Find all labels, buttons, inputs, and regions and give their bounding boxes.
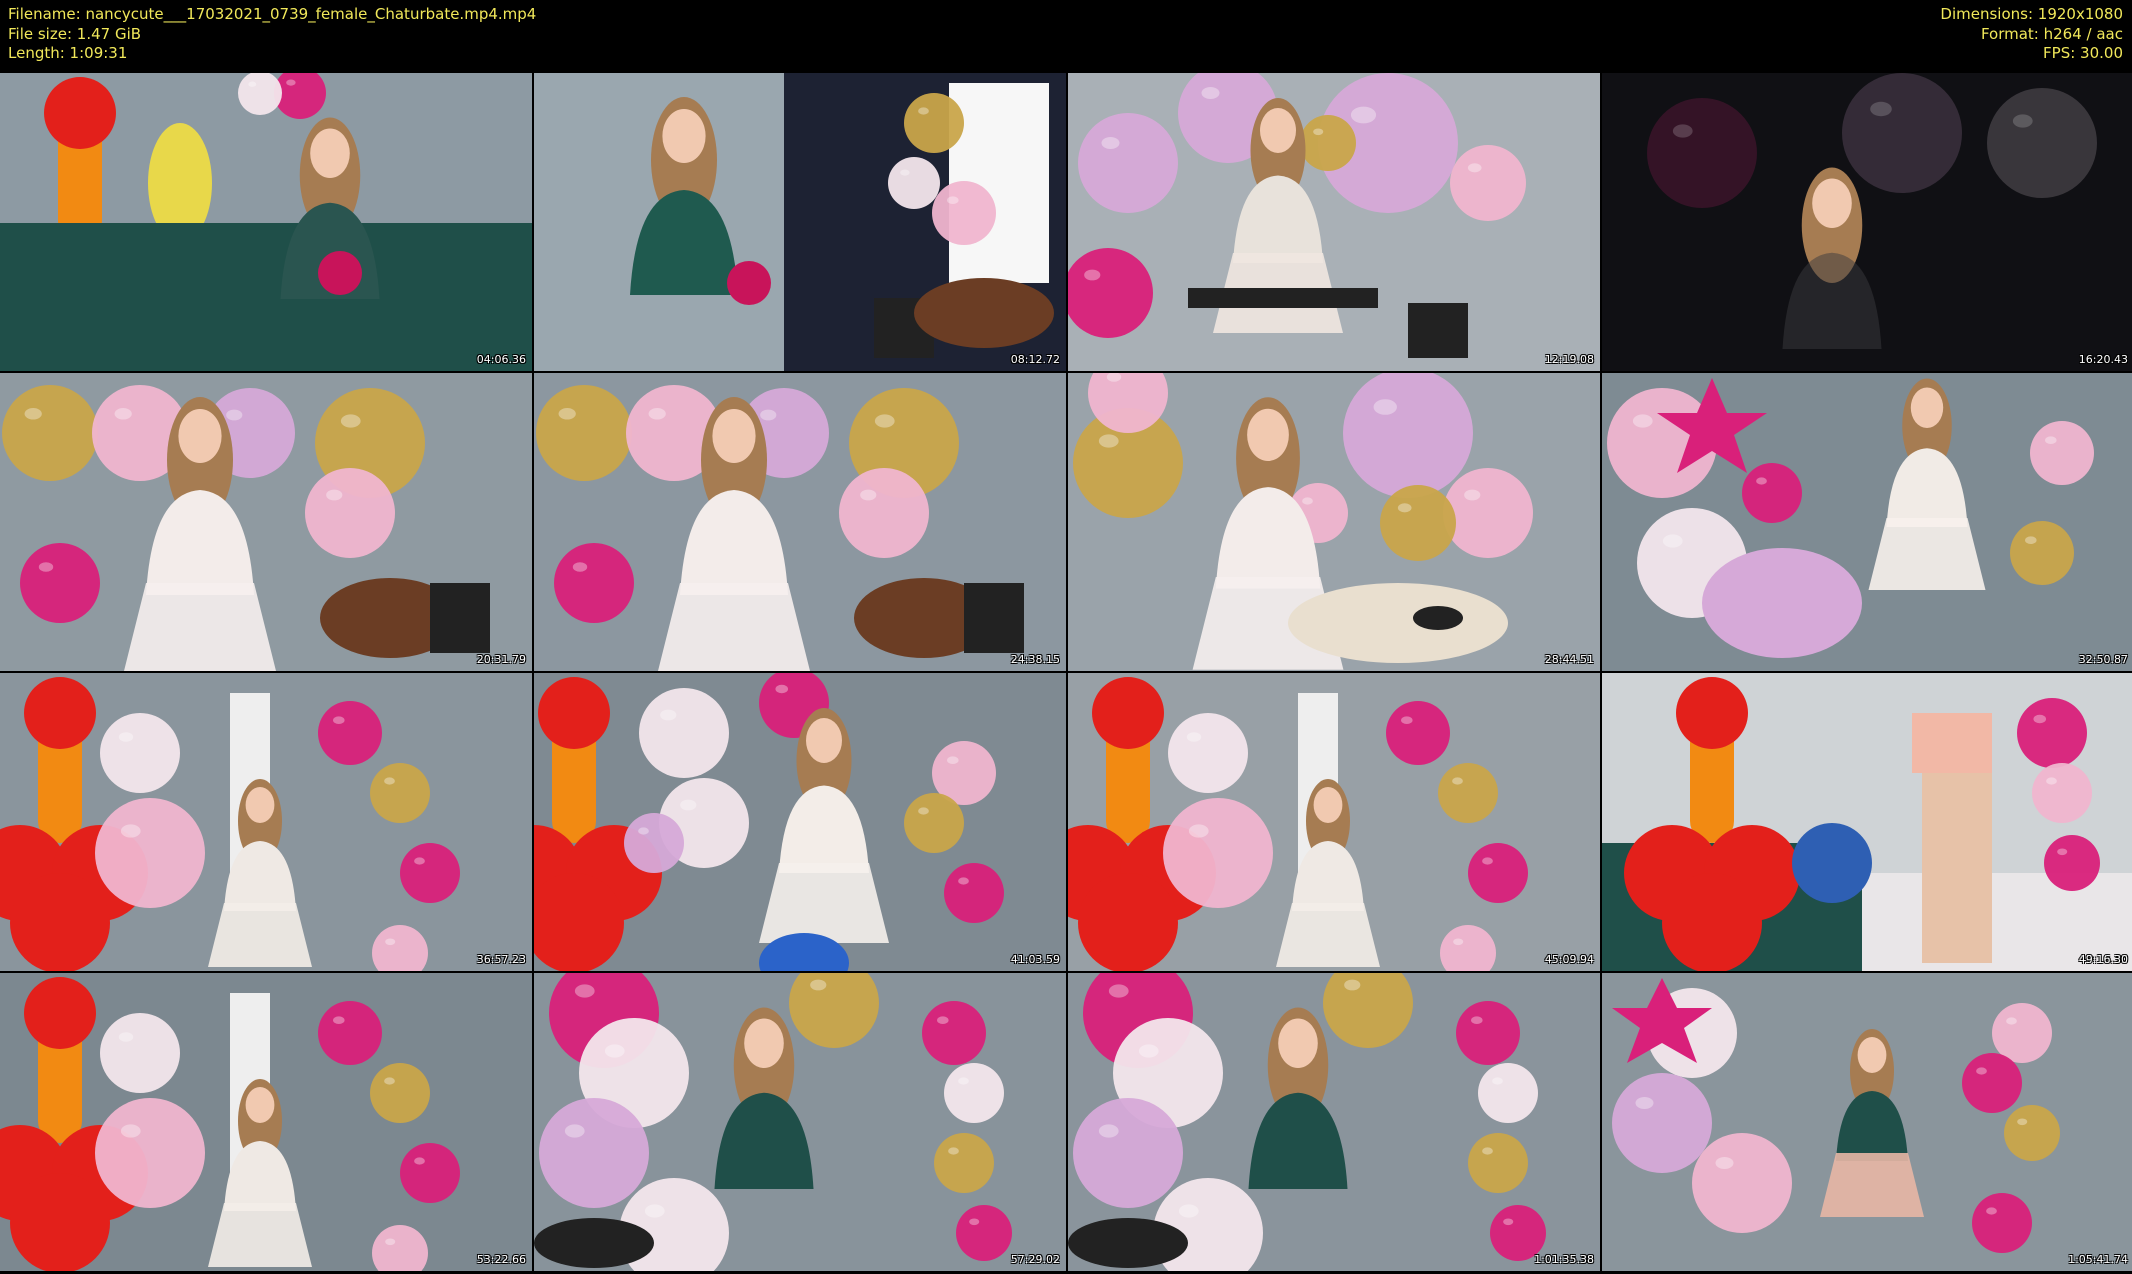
fps-text: FPS: 30.00 — [2043, 44, 2123, 62]
thumbnail-timestamp: 24:38.15 — [1010, 653, 1060, 666]
video-thumbnail: 16:20.43 — [1602, 73, 2132, 371]
video-thumbnail: 53:22.66 — [0, 973, 532, 1271]
thumbnail-frame-image — [1612, 978, 2060, 1253]
thumbnail-frame-image — [1068, 677, 1528, 971]
thumbnail-timestamp: 04:06.36 — [476, 353, 526, 366]
video-thumbnail: 20:31.79 — [0, 373, 532, 671]
thumbnail-frame-image — [630, 73, 1066, 371]
video-thumbnail: 24:38.15 — [534, 373, 1066, 671]
thumbnail-timestamp: 12:19.08 — [1544, 353, 1594, 366]
thumbnail-frame-image — [534, 973, 1012, 1271]
thumbnail-timestamp: 45:09.94 — [1544, 953, 1594, 966]
thumbnail-timestamp: 41:03.59 — [1010, 953, 1060, 966]
video-thumbnail: 41:03.59 — [534, 673, 1066, 971]
video-thumbnail: 32:50.87 — [1602, 373, 2132, 671]
thumbnail-timestamp: 57:29.02 — [1010, 1253, 1060, 1266]
thumbnail-timestamp: 49:16.30 — [2078, 953, 2128, 966]
video-thumbnail: 45:09.94 — [1068, 673, 1600, 971]
video-thumbnail: 1:05:41.74 — [1602, 973, 2132, 1271]
metadata-header: Filename: nancycute___17032021_0739_fema… — [0, 0, 2132, 72]
video-thumbnail: 36:57.23 — [0, 673, 532, 971]
thumbnail-grid: 04:06.36 08:12.72 12:19.08 16:20.43 20:31.79… — [0, 73, 2132, 1274]
thumbnail-frame-image — [1647, 73, 2097, 349]
video-thumbnail: 49:16.30 — [1602, 673, 2132, 971]
thumbnail-timestamp: 20:31.79 — [476, 653, 526, 666]
file-size-text: File size: 1.47 GiB — [8, 24, 142, 43]
video-thumbnail: 12:19.08 — [1068, 73, 1600, 371]
video-thumbnail: 57:29.02 — [534, 973, 1066, 1271]
thumbnail-frame-image — [534, 673, 1004, 971]
thumbnail-timestamp: 1:05:41.74 — [2068, 1253, 2128, 1266]
thumbnail-frame-image — [0, 73, 532, 371]
thumbnail-frame-image — [2, 385, 490, 671]
thumbnail-timestamp: 08:12.72 — [1010, 353, 1060, 366]
filename-text: Filename: nancycute___17032021_0739_fema… — [8, 5, 537, 23]
video-thumbnail: 04:06.36 — [0, 73, 532, 371]
thumbnail-timestamp: 53:22.66 — [476, 1253, 526, 1266]
thumbnail-timestamp: 1:01:35.38 — [1534, 1253, 1594, 1266]
video-thumbnail: 28:44.51 — [1068, 373, 1600, 671]
dimensions-text: Dimensions: 1920x1080 — [1940, 5, 2123, 23]
video-thumbnail: 1:01:35.38 — [1068, 973, 1600, 1271]
thumbnail-frame-image — [1607, 378, 2094, 658]
thumbnail-frame-image — [536, 385, 1024, 671]
thumbnail-frame-image — [1068, 73, 1526, 358]
thumbnail-timestamp: 16:20.43 — [2078, 353, 2128, 366]
thumbnail-timestamp: 36:57.23 — [476, 953, 526, 966]
thumbnail-frame-image — [0, 977, 460, 1271]
thumbnail-frame-image — [1073, 373, 1533, 670]
length-text: Length: 1:09:31 — [8, 44, 128, 62]
thumbnail-timestamp: 32:50.87 — [2078, 653, 2128, 666]
format-text: Format: h264 / aac — [1980, 24, 2123, 43]
file-info-left: Filename: nancycute___17032021_0739_fema… — [8, 5, 536, 64]
file-info-right: Dimensions: 1920x1080 Format: h264 / aac… — [1940, 5, 2123, 64]
thumbnail-frame-image — [1602, 677, 2132, 971]
thumbnail-frame-image — [1068, 973, 1546, 1271]
video-thumbnail: 08:12.72 — [534, 73, 1066, 371]
thumbnail-frame-image — [0, 677, 460, 971]
thumbnail-timestamp: 28:44.51 — [1544, 653, 1594, 666]
